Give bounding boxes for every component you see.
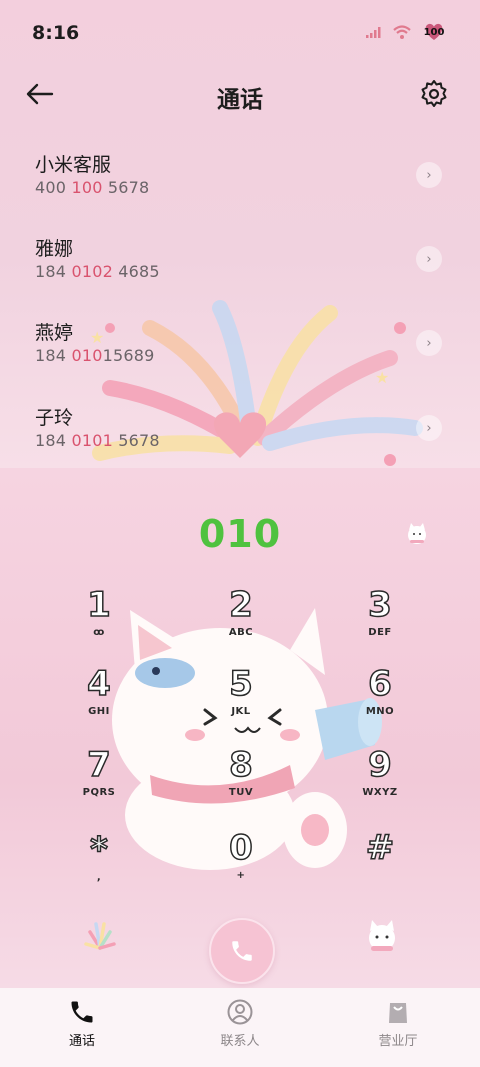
nav-tab-store[interactable]: 营业厅 (338, 998, 458, 1049)
battery-level: 100 (423, 26, 445, 38)
contact-number: 184 0101 5678 (35, 431, 160, 450)
key-3[interactable]: 3 DEF (335, 584, 425, 659)
key-5[interactable]: 5 JKL (196, 663, 286, 738)
nav-tab-calls[interactable]: 通话 (22, 998, 142, 1049)
key-2[interactable]: 2 ABC (196, 584, 286, 659)
contact-name: 雅娜 (35, 238, 74, 260)
contact-name: 子玲 (35, 407, 74, 429)
key-4[interactable]: 4 GHI (54, 663, 144, 738)
wifi-icon (393, 25, 411, 39)
key-star[interactable]: * , (54, 829, 144, 904)
settings-gear-icon[interactable] (418, 78, 450, 110)
contact-number: 400 100 5678 (35, 178, 150, 197)
phone-icon (71, 1001, 93, 1023)
nav-label: 通话 (68, 1034, 95, 1049)
contact-name: 小米客服 (35, 154, 112, 176)
chevron-right-icon[interactable]: › (416, 415, 442, 441)
call-button[interactable] (209, 918, 275, 984)
key-hash[interactable]: # (335, 827, 425, 902)
cat-sticker-icon[interactable] (404, 520, 430, 546)
chevron-right-icon[interactable]: › (416, 246, 442, 272)
nav-label: 联系人 (220, 1034, 260, 1049)
key-0[interactable]: 0 + (196, 827, 286, 902)
key-8[interactable]: 8 TUV (196, 744, 286, 819)
key-9[interactable]: 9 WXYZ (335, 744, 425, 819)
key-1[interactable]: 1 ꝏ (54, 584, 144, 659)
call-item[interactable]: 小米客服 400 100 5678 › (0, 150, 480, 234)
battery-icon: 100 (422, 22, 446, 42)
signal-icon (366, 27, 381, 38)
call-item[interactable]: 子玲 184 0101 5678 › (0, 403, 480, 487)
nav-tab-contacts[interactable]: 联系人 (180, 998, 300, 1049)
nav-label: 营业厅 (378, 1034, 418, 1049)
status-icons: 100 (366, 22, 446, 42)
person-icon (227, 999, 253, 1025)
shopping-bag-icon (389, 1003, 407, 1023)
phone-icon (232, 941, 252, 961)
contact-number: 184 0102 4685 (35, 262, 160, 281)
cat-sticker-icon[interactable] (362, 916, 402, 956)
voicemail-icon: ꝏ (93, 627, 105, 638)
contact-number: 184 01015689 (35, 346, 155, 365)
key-7[interactable]: 7 PQRS (54, 744, 144, 819)
page-title: 通话 (217, 87, 263, 113)
firework-icon[interactable] (82, 918, 118, 954)
contact-name: 燕婷 (35, 322, 74, 344)
status-time: 8:16 (32, 22, 80, 44)
bottom-nav: 通话 联系人 营业厅 (0, 988, 480, 1067)
call-item[interactable]: 雅娜 184 0102 4685 › (0, 234, 480, 318)
chevron-right-icon[interactable]: › (416, 162, 442, 188)
call-item[interactable]: 燕婷 184 01015689 › (0, 318, 480, 402)
key-6[interactable]: 6 MNO (335, 663, 425, 738)
chevron-right-icon[interactable]: › (416, 330, 442, 356)
